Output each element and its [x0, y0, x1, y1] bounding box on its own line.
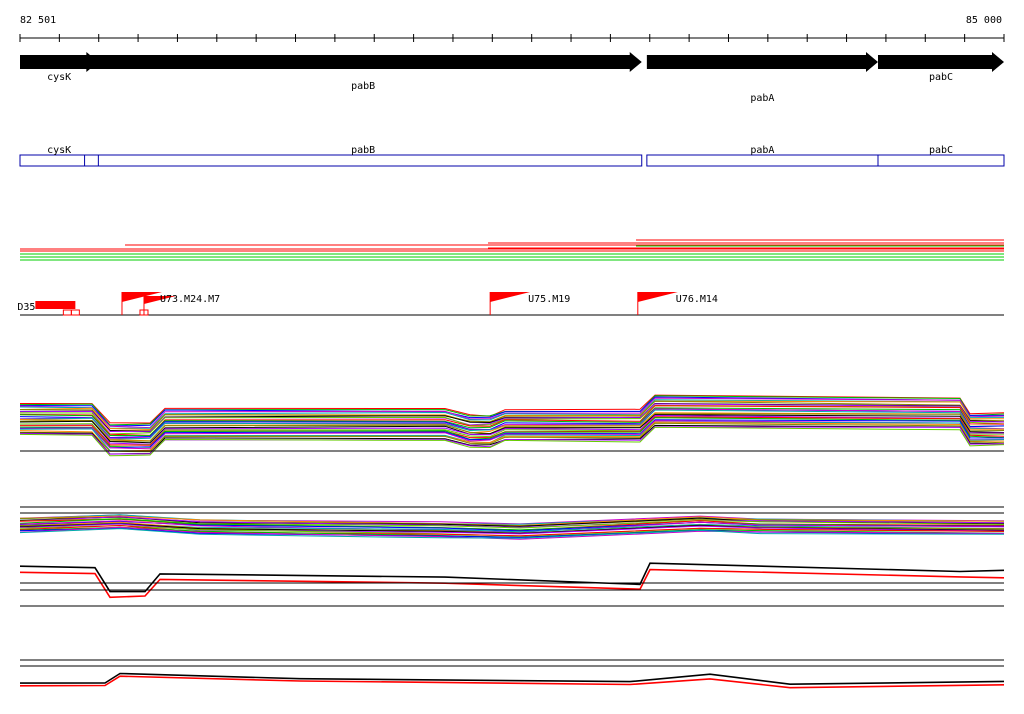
marker-label: U76.M14 [676, 294, 718, 305]
gene-track: cysK pabB pabA pabC [20, 52, 1004, 104]
feature-box[interactable] [19, 154, 99, 167]
feature-box[interactable] [646, 154, 879, 167]
feature-box[interactable] [84, 154, 643, 167]
marker-track: D35 U73.M24.M7 U75.M19 U76.M14 [17, 292, 1004, 316]
genome-browser-view: 82 501 85 000 cysK pabB pabA pabC cysK p… [17, 15, 1005, 689]
feature-track: cysK pabB pabA pabC [19, 145, 1005, 167]
feature-pabc[interactable]: pabC [877, 145, 1005, 167]
deletion-end-box [62, 309, 72, 316]
feature-pabb[interactable]: pabB [84, 145, 643, 167]
marker-label: D35 [17, 302, 35, 313]
profile-line [19, 562, 1005, 593]
expression-profile-track-1 [19, 394, 1005, 457]
marker-u75[interactable]: U75.M19 [489, 292, 570, 315]
feature-label: cysK [47, 145, 71, 156]
gene-paba[interactable]: pabA [646, 52, 878, 104]
gene-label: pabA [750, 93, 774, 104]
marker-label: U73.M24.M7 [160, 294, 220, 305]
marker-u73[interactable]: U73.M24.M7 [121, 292, 220, 316]
gene-label: pabC [929, 72, 953, 83]
feature-label: pabA [750, 145, 774, 156]
summary-profile-track-1 [19, 562, 1005, 607]
marker-d35[interactable]: D35 [17, 301, 80, 316]
expression-profile-track-2 [19, 506, 1005, 540]
deletion-bar[interactable] [35, 301, 76, 309]
ruler-end-label: 85 000 [966, 15, 1002, 26]
feature-paba[interactable]: pabA [646, 145, 879, 167]
profile-line [19, 675, 1005, 689]
gene-pabb[interactable]: pabB [84, 52, 642, 92]
summary-profile-track-2 [19, 659, 1005, 689]
gene-arrow[interactable] [646, 52, 878, 72]
gene-arrow[interactable] [84, 52, 642, 72]
marker-label: U75.M19 [528, 294, 570, 305]
deletion-end-box [70, 309, 80, 316]
gene-pabc[interactable]: pabC [877, 52, 1004, 83]
coordinate-ruler: 82 501 85 000 [19, 15, 1005, 42]
insertion-flag[interactable] [637, 292, 678, 302]
coverage-lines-track [20, 239, 1004, 261]
insertion-flag[interactable] [490, 292, 531, 302]
marker-u76[interactable]: U76.M14 [637, 292, 718, 315]
ruler-start-label: 82 501 [20, 15, 56, 26]
feature-label: pabC [929, 145, 953, 156]
gene-label: cysK [47, 72, 71, 83]
gene-arrow[interactable] [877, 52, 1004, 72]
feature-label: pabB [351, 145, 375, 156]
feature-box[interactable] [877, 154, 1005, 167]
gene-label: pabB [351, 81, 375, 92]
